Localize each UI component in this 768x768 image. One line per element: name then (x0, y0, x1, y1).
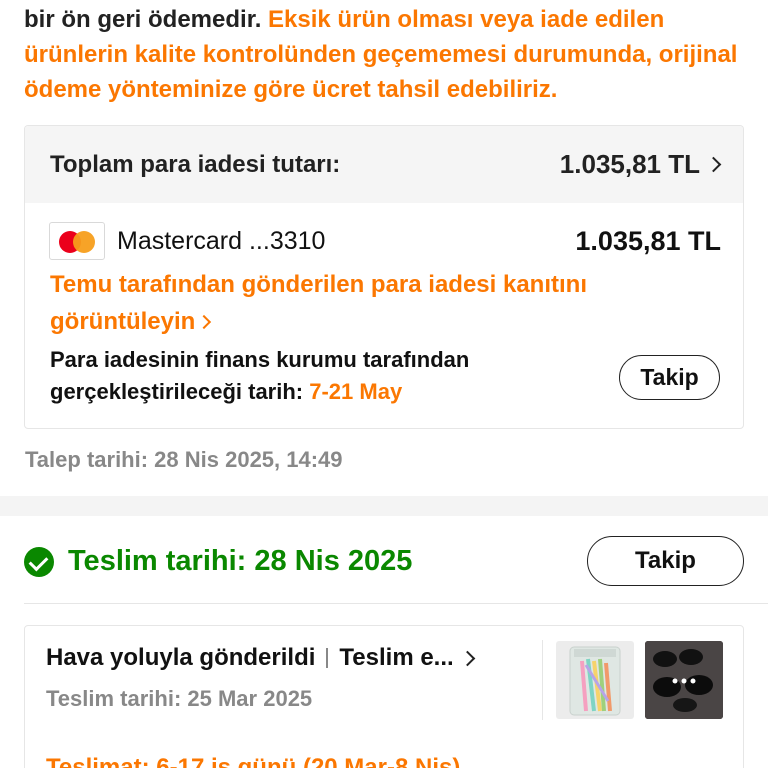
product-thumbnail-sunglasses[interactable] (645, 641, 723, 719)
separator (326, 648, 329, 668)
shipment-method: Hava yoluyla gönderildi (46, 644, 316, 671)
chevron-right-icon (197, 314, 212, 330)
chevron-right-icon (459, 650, 475, 666)
product-thumbnail-straws[interactable] (556, 641, 634, 719)
payment-card-name: Mastercard ...3310 (117, 226, 326, 255)
section-divider (0, 496, 768, 516)
refund-total-row[interactable]: Toplam para iadesi tutarı: 1.035,81 TL (25, 126, 743, 203)
refund-notice: bir ön geri ödemedir. Eksik ürün olması … (24, 2, 744, 107)
notice-text-dark: bir ön geri ödemedir. (24, 6, 269, 33)
refund-track-button[interactable]: Takip (619, 355, 720, 400)
shipment-card[interactable]: Hava yoluyla gönderildi Teslim e... Tesl… (24, 625, 744, 768)
mastercard-icon (49, 222, 105, 260)
delivery-track-button[interactable]: Takip (587, 536, 744, 586)
bank-processing-label: Para iadesinin finans kurumu tarafından … (50, 347, 470, 404)
refund-total-amount: 1.035,81 TL (559, 149, 722, 180)
bank-processing-info: Para iadesinin finans kurumu tarafından … (50, 344, 570, 408)
shipment-eta: Teslimat: 6-17 iş günü (20 Mar-8 Nis) (46, 754, 461, 768)
delivery-status-text: Teslim tarihi: 28 Nis 2025 (68, 545, 413, 577)
shipment-title[interactable]: Hava yoluyla gönderildi Teslim e... (46, 644, 475, 672)
shipment-status: Teslim e... (339, 644, 454, 671)
shipment-delivered-date: Teslim tarihi: 25 Mar 2025 (46, 686, 313, 711)
chevron-right-icon (705, 156, 722, 173)
delivery-status: Teslim tarihi: 28 Nis 2025 (24, 545, 412, 578)
vertical-divider (542, 640, 543, 720)
refund-proof-link[interactable]: Temu tarafından gönderilen para iadesi k… (50, 266, 690, 340)
payment-method-row: Mastercard ...3310 1.035,81 TL (49, 222, 721, 260)
bank-processing-date: 7-21 May (309, 379, 403, 404)
refund-total-value: 1.035,81 TL (559, 149, 700, 179)
refund-proof-link-label: Temu tarafından gönderilen para iadesi k… (50, 271, 587, 335)
refund-total-label: Toplam para iadesi tutarı: (50, 150, 341, 178)
payment-card-amount: 1.035,81 TL (575, 226, 721, 256)
refund-card: Toplam para iadesi tutarı: 1.035,81 TL M… (24, 125, 744, 429)
divider-line (24, 603, 768, 604)
check-circle-icon (24, 546, 54, 577)
request-date: Talep tarihi: 28 Nis 2025, 14:49 (25, 447, 343, 472)
